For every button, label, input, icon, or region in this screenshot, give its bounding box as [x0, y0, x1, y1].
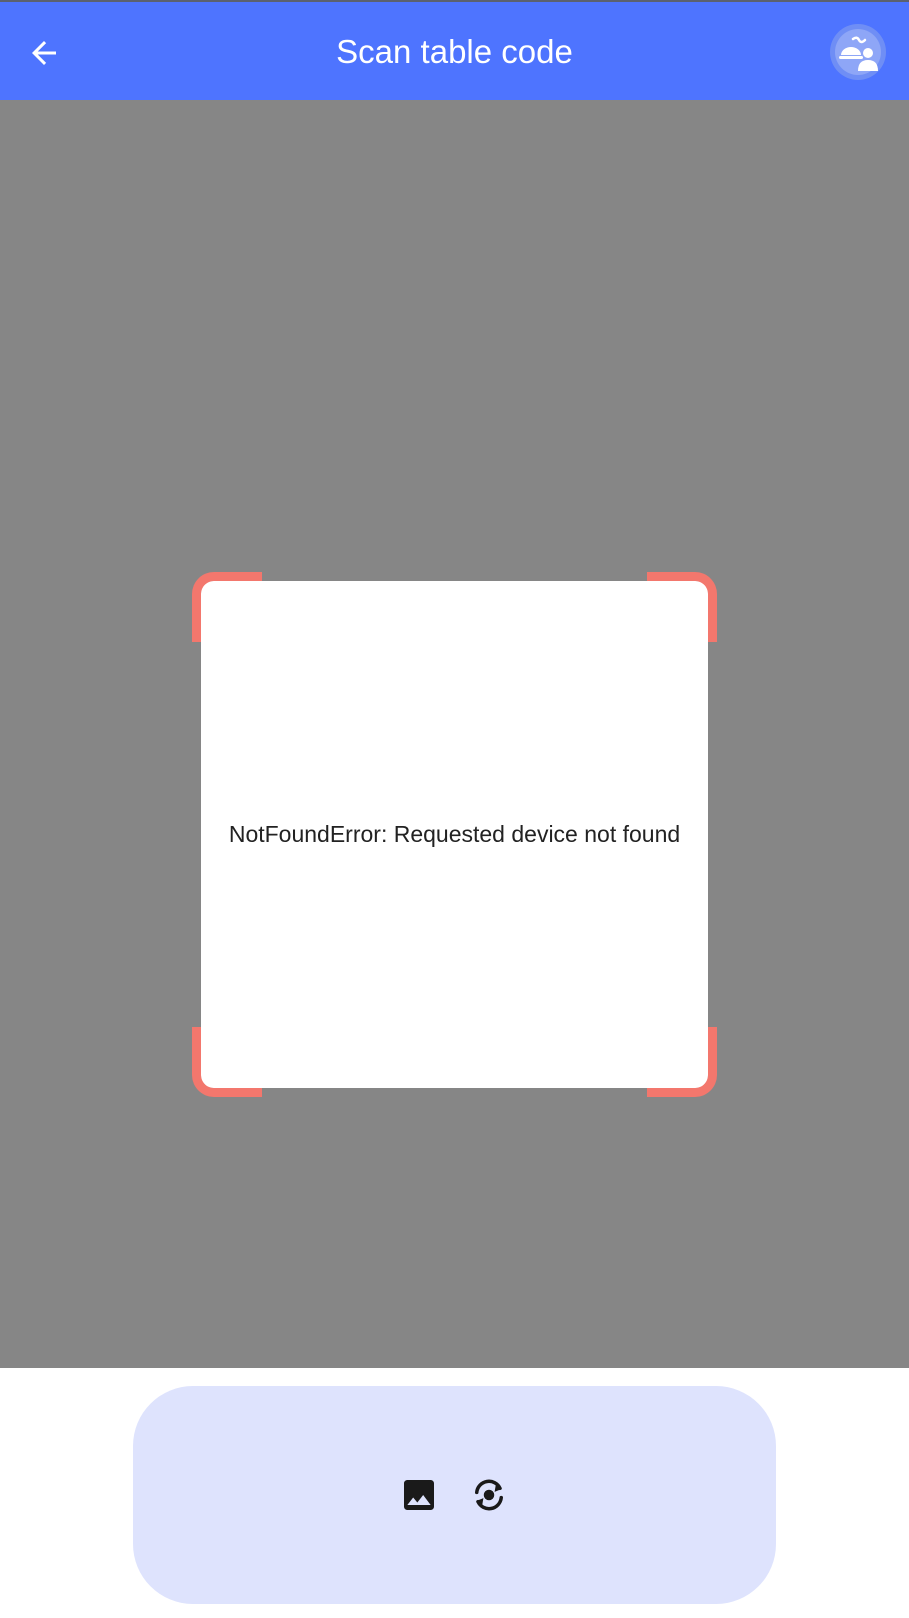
- error-message: NotFoundError: Requested device not foun…: [228, 821, 681, 847]
- image-gallery-icon: [404, 1480, 434, 1510]
- avatar[interactable]: [830, 24, 886, 80]
- scan-corner-bottom-right: [647, 1027, 717, 1097]
- scan-window: NotFoundError: Requested device not foun…: [201, 581, 708, 1088]
- scan-corner-top-left: [192, 572, 262, 642]
- scanner-controls: [133, 1386, 776, 1604]
- switch-camera-icon: [475, 1479, 503, 1511]
- camera-preview: NotFoundError: Requested device not foun…: [0, 100, 909, 1368]
- scan-frame: NotFoundError: Requested device not foun…: [192, 572, 717, 1097]
- waiter-avatar-icon: [835, 29, 881, 75]
- app-bar: Scan table code: [0, 0, 909, 100]
- scan-corner-top-right: [647, 572, 717, 642]
- gallery-button[interactable]: [395, 1471, 443, 1519]
- scan-corner-bottom-left: [192, 1027, 262, 1097]
- page-title: Scan table code: [336, 33, 573, 70]
- switch-camera-button[interactable]: [465, 1471, 513, 1519]
